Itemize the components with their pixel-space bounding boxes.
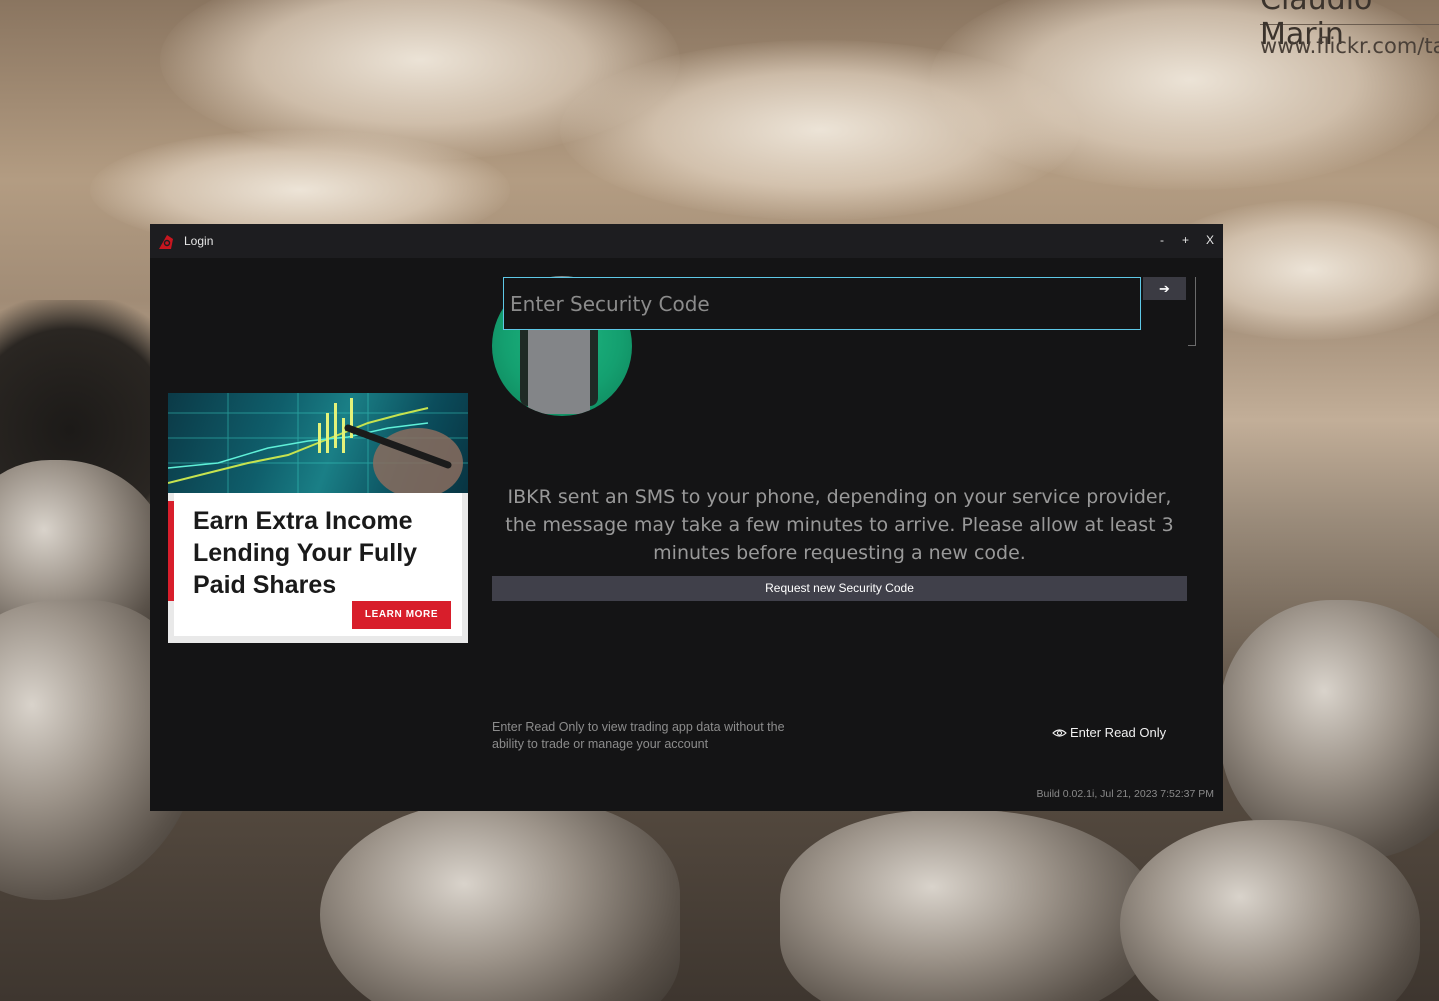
security-code-input[interactable] xyxy=(503,277,1141,330)
request-new-code-button[interactable]: Request new Security Code xyxy=(492,576,1187,601)
sms-sent-message: IBKR sent an SMS to your phone, dependin… xyxy=(505,486,1174,564)
submit-code-button[interactable]: ➔ xyxy=(1143,277,1186,300)
input-bracket-divider xyxy=(1188,277,1196,346)
enter-read-only-link[interactable]: Enter Read Only xyxy=(1052,725,1166,740)
maximize-button[interactable]: + xyxy=(1182,233,1189,247)
eye-icon xyxy=(1052,728,1067,737)
rock xyxy=(780,810,1160,1001)
minimize-button[interactable]: - xyxy=(1160,233,1164,247)
promo-banner[interactable]: Earn Extra Income Lending Your Fully Pai… xyxy=(168,393,468,643)
ad-photo-trading-chart xyxy=(168,393,468,493)
ad-headline: Earn Extra Income Lending Your Fully Pai… xyxy=(193,507,418,599)
read-only-description: Enter Read Only to view trading app data… xyxy=(492,720,785,751)
title-bar[interactable]: Login - + X xyxy=(150,224,1223,258)
enter-read-only-label: Enter Read Only xyxy=(1070,725,1167,740)
rock xyxy=(320,800,680,1001)
close-button[interactable]: X xyxy=(1206,233,1214,247)
build-info: Build 0.02.1i, Jul 21, 2023 7:52:37 PM xyxy=(1036,788,1214,800)
login-window: Login - + X Earn Extra Income Lending Yo… xyxy=(150,224,1223,811)
learn-more-button[interactable]: LEARN MORE xyxy=(352,601,451,629)
chart-graphic-icon xyxy=(168,393,468,493)
ad-accent-bar xyxy=(168,501,174,601)
ibkr-logo-icon xyxy=(159,235,173,249)
photo-credit-url: www.flickr.com/ta xyxy=(1260,34,1439,58)
window-title: Login xyxy=(184,234,214,248)
ad-card: Earn Extra Income Lending Your Fully Pai… xyxy=(168,493,462,636)
